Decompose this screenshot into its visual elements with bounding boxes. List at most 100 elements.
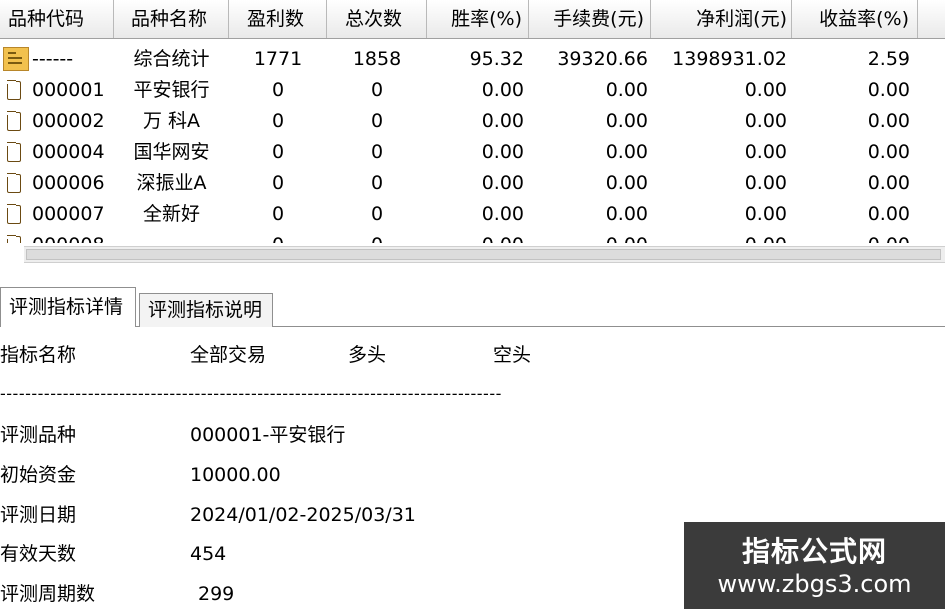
watermark-title: 指标公式网 xyxy=(741,535,887,568)
cell-total-count: 0 xyxy=(370,203,384,225)
results-table: 品种代码 品种名称 盈利数 总次数 胜率(%) 手续费(元) 净利润(元) 收益… xyxy=(0,0,945,243)
cell-total-count: 0 xyxy=(370,79,384,101)
cell-return-rate: 0.00 xyxy=(867,172,910,194)
cell-return-rate: 0.00 xyxy=(867,110,910,132)
cell-fee: 0.00 xyxy=(605,110,648,132)
detail-header-all-trades: 全部交易 xyxy=(190,344,267,366)
cell-fee: 39320.66 xyxy=(557,48,648,70)
detail-header-short: 空头 xyxy=(493,344,532,366)
cell-win-rate: 0.00 xyxy=(481,79,524,101)
document-icon xyxy=(7,142,21,162)
detail-value: 454 xyxy=(190,543,227,565)
cell-return-rate: 0.00 xyxy=(867,141,910,163)
cell-return-rate: 0.00 xyxy=(792,230,910,243)
cell-code: 000006 xyxy=(32,172,105,194)
cell-win-rate: 95.32 xyxy=(469,48,524,70)
detail-separator: ----------------------------------------… xyxy=(0,384,502,403)
scrollbar-thumb[interactable] xyxy=(26,249,941,260)
detail-label: 评测日期 xyxy=(0,504,77,526)
cell-profit-count: 0 xyxy=(271,203,285,225)
cell-profit-count: 0 xyxy=(271,110,285,132)
cell-win-rate: 0.00 xyxy=(481,203,524,225)
cell-name: 国华网安 xyxy=(133,141,210,163)
detail-value: 2024/01/02-2025/03/31 xyxy=(190,504,416,526)
table-row[interactable]: 000001 平安银行 0 0 0.00 0.00 0.00 0.00 xyxy=(0,75,945,106)
cell-total-count: 0 xyxy=(327,230,427,243)
detail-value: 299 xyxy=(198,583,235,605)
cell-win-rate: 0.00 xyxy=(481,141,524,163)
cell-fee: 0.00 xyxy=(605,79,648,101)
table-row[interactable]: 000007 全新好 0 0 0.00 0.00 0.00 0.00 xyxy=(0,199,945,230)
document-icon xyxy=(7,111,21,131)
cell-fee: 0.00 xyxy=(605,203,648,225)
cell-name: 平安银行 xyxy=(133,79,210,101)
horizontal-scrollbar[interactable] xyxy=(24,246,945,263)
cell-code: 000008 xyxy=(32,230,114,243)
cell-profit-count: 0 xyxy=(271,79,285,101)
header-win-rate[interactable]: 胜率(%) xyxy=(427,0,529,38)
table-row[interactable]: ------ 综合统计 1771 1858 95.32 39320.66 139… xyxy=(0,44,945,75)
header-fee[interactable]: 手续费(元) xyxy=(529,0,651,38)
cell-code: 000007 xyxy=(32,203,105,225)
cell-net-profit: 0.00 xyxy=(744,203,787,225)
cell-name: 综合统计 xyxy=(133,48,210,70)
detail-label: 评测周期数 xyxy=(0,583,96,605)
table-header: 品种代码 品种名称 盈利数 总次数 胜率(%) 手续费(元) 净利润(元) 收益… xyxy=(0,0,945,39)
detail-label: 有效天数 xyxy=(0,543,77,565)
cell-win-rate: 0.00 xyxy=(427,230,524,243)
detail-label: 初始资金 xyxy=(0,464,77,486)
table-row[interactable]: 000008 0 0 0.00 0.00 0.00 0.00 xyxy=(0,230,945,243)
tab-indicator-details[interactable]: 评测指标详情 xyxy=(0,287,136,327)
watermark-url: www.zbgs3.com xyxy=(717,570,912,598)
cell-return-rate: 0.00 xyxy=(867,79,910,101)
cell-code: 000002 xyxy=(32,110,105,132)
cell-net-profit: 0.00 xyxy=(744,79,787,101)
cell-win-rate: 0.00 xyxy=(481,172,524,194)
cell-net-profit: 0.00 xyxy=(744,110,787,132)
cell-name: 全新好 xyxy=(142,203,200,225)
cell-code: ------ xyxy=(32,48,74,70)
detail-tabs: 评测指标详情 评测指标说明 xyxy=(0,287,945,327)
detail-label: 评测品种 xyxy=(0,424,77,446)
tab-indicator-description[interactable]: 评测指标说明 xyxy=(139,293,273,327)
cell-profit-count: 0 xyxy=(271,172,285,194)
cell-return-rate: 2.59 xyxy=(867,48,910,70)
cell-code: 000001 xyxy=(32,79,105,101)
cell-net-profit: 0.00 xyxy=(744,172,787,194)
cell-total-count: 0 xyxy=(370,110,384,132)
cell-net-profit: 1398931.02 xyxy=(672,48,787,70)
document-icon xyxy=(7,80,21,100)
cell-name: 深振业A xyxy=(136,172,207,194)
cell-name: 万 科A xyxy=(142,110,201,132)
document-icon xyxy=(7,204,21,224)
cell-total-count: 0 xyxy=(370,172,384,194)
detail-header-long: 多头 xyxy=(348,344,387,366)
cell-profit-count: 1771 xyxy=(253,48,303,70)
table-row[interactable]: 000004 国华网安 0 0 0.00 0.00 0.00 0.00 xyxy=(0,137,945,168)
cell-net-profit: 0.00 xyxy=(744,141,787,163)
watermark-badge: 指标公式网 www.zbgs3.com xyxy=(684,522,945,609)
cell-profit-count: 0 xyxy=(229,230,327,243)
table-row[interactable]: 000002 万 科A 0 0 0.00 0.00 0.00 0.00 xyxy=(0,106,945,137)
table-row[interactable]: 000006 深振业A 0 0 0.00 0.00 0.00 0.00 xyxy=(0,168,945,199)
cell-return-rate: 0.00 xyxy=(867,203,910,225)
cell-total-count: 1858 xyxy=(352,48,402,70)
header-code[interactable]: 品种代码 xyxy=(0,0,114,38)
cell-net-profit: 0.00 xyxy=(651,230,787,243)
header-name[interactable]: 品种名称 xyxy=(114,0,229,38)
header-total-count[interactable]: 总次数 xyxy=(327,0,427,38)
summary-icon xyxy=(3,47,29,71)
cell-fee: 0.00 xyxy=(605,141,648,163)
cell-profit-count: 0 xyxy=(271,141,285,163)
cell-fee: 0.00 xyxy=(605,172,648,194)
cell-code: 000004 xyxy=(32,141,105,163)
cell-fee: 0.00 xyxy=(529,230,648,243)
cell-win-rate: 0.00 xyxy=(481,110,524,132)
cell-total-count: 0 xyxy=(370,141,384,163)
header-return-rate[interactable]: 收益率(%) xyxy=(792,0,918,38)
header-net-profit[interactable]: 净利润(元) xyxy=(651,0,792,38)
detail-value: 000001-平安银行 xyxy=(190,424,346,446)
detail-value: 10000.00 xyxy=(190,464,281,486)
document-icon xyxy=(7,235,21,243)
header-profit-count[interactable]: 盈利数 xyxy=(229,0,327,38)
